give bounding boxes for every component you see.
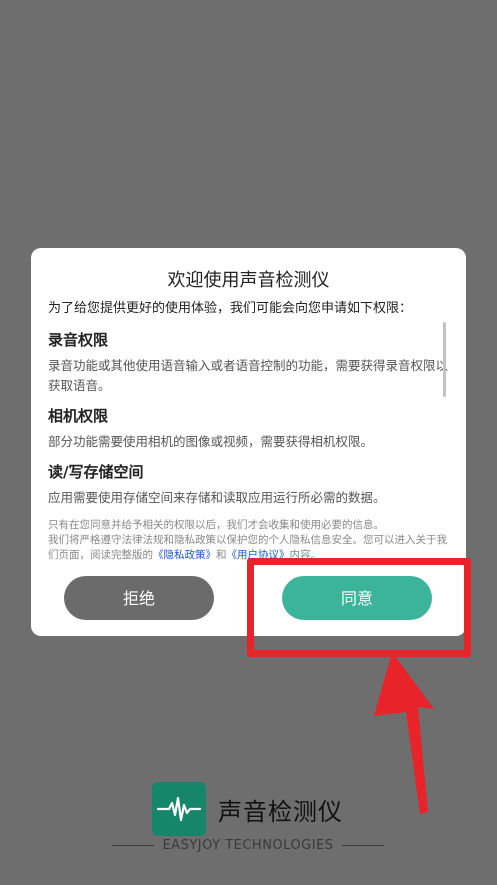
company-row: EASYJOY TECHNOLOGIES bbox=[112, 838, 385, 853]
privacy-notice: 只有在您同意并给予相关的权限以后，我们才会收集和使用必要的信息。 我们将严格遵守… bbox=[48, 518, 448, 562]
divider-left bbox=[112, 845, 155, 846]
dialog-content[interactable]: 为了给您提供更好的使用体验，我们可能会向您申请如下权限： 录音权限 录音功能或其… bbox=[48, 300, 448, 562]
dialog-title: 欢迎使用声音检测仪 bbox=[167, 270, 330, 291]
privacy-policy-link[interactable]: 《隐私政策》 bbox=[153, 549, 216, 561]
permission-desc-storage: 应用需要使用存储空间来存储和读取应用运行所必需的数据。 bbox=[48, 490, 386, 505]
permission-desc-record: 录音功能或其他使用语音输入或者语音控制的功能，需要获得录音权限以获取语音。 bbox=[48, 358, 448, 393]
notice-line-1: 只有在您同意并给予相关的权限以后，我们才会收集和使用必要的信息。 bbox=[48, 519, 384, 531]
notice-and: 和 bbox=[216, 549, 227, 561]
dialog-intro: 为了给您提供更好的使用体验，我们可能会向您申请如下权限： bbox=[48, 301, 413, 316]
content-scrollbar[interactable] bbox=[443, 322, 446, 397]
highlight-box bbox=[247, 558, 471, 657]
company-name: EASYJOY TECHNOLOGIES bbox=[162, 838, 334, 853]
arrow-up-icon bbox=[374, 652, 434, 814]
waveform-icon bbox=[152, 782, 206, 836]
permission-title-storage: 读/写存储空间 bbox=[48, 463, 144, 481]
divider-right bbox=[341, 845, 385, 846]
permission-title-camera: 相机权限 bbox=[48, 407, 109, 425]
permission-title-record: 录音权限 bbox=[48, 331, 109, 349]
splash-brand: 声音检测仪 bbox=[152, 782, 343, 836]
app-name: 声音检测仪 bbox=[218, 797, 343, 826]
permission-desc-camera: 部分功能需要使用相机的图像或视频，需要获得相机权限。 bbox=[48, 434, 374, 449]
refuse-button[interactable]: 拒绝 bbox=[64, 576, 214, 620]
